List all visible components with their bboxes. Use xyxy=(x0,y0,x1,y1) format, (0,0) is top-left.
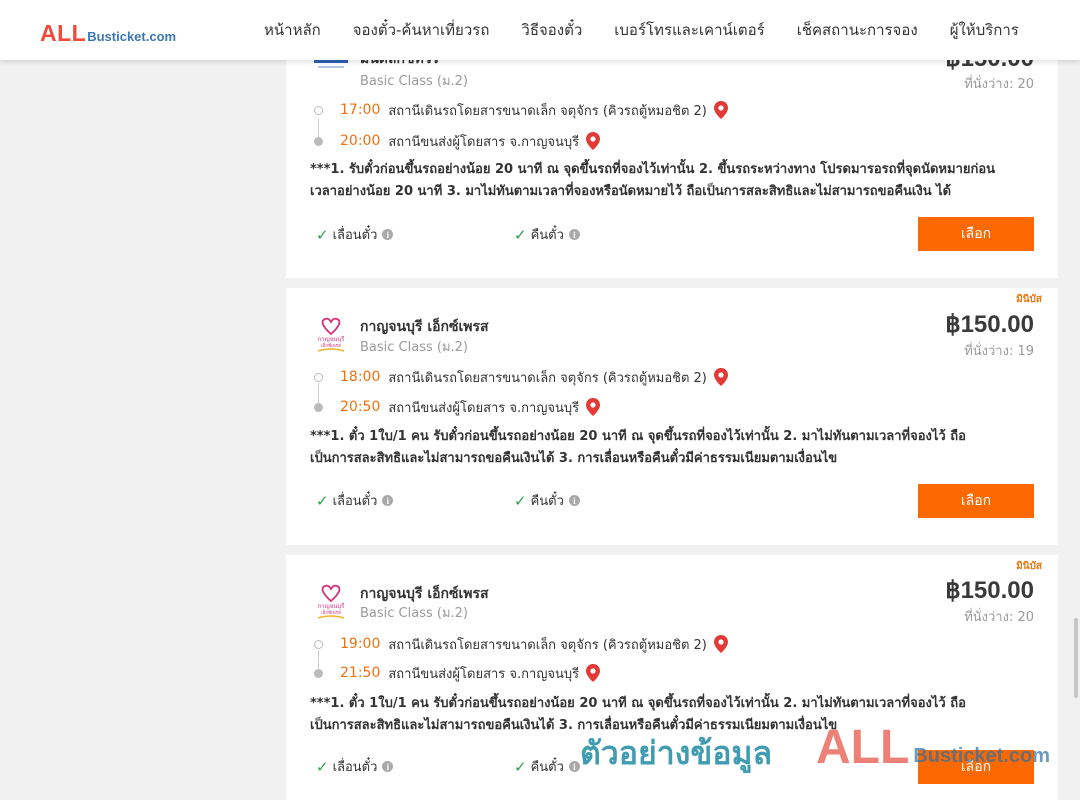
bus-class: Basic Class (ม.2) xyxy=(360,74,468,89)
nav-home[interactable]: หน้าหลัก xyxy=(248,18,337,42)
departure-time: 19:00 xyxy=(340,636,381,652)
map-pin-icon[interactable] xyxy=(586,398,601,416)
reschedule-label: เลื่อนตั๋ว xyxy=(332,228,378,243)
refund-policy: ✓ คืนตั๋ว i xyxy=(514,224,580,245)
map-pin-icon[interactable] xyxy=(586,132,601,150)
nav-check-booking[interactable]: เช็คสถานะการจอง xyxy=(781,18,934,42)
check-icon: ✓ xyxy=(316,757,329,776)
info-icon[interactable]: i xyxy=(382,495,394,506)
scrollbar-thumb[interactable] xyxy=(1074,618,1078,698)
reschedule-policy: ✓ เลื่อนตั๋ว i xyxy=(316,224,394,245)
arrival-dot xyxy=(314,402,323,412)
check-icon: ✓ xyxy=(514,491,527,510)
arrival-dot xyxy=(314,668,323,678)
info-icon[interactable]: i xyxy=(568,761,580,772)
departure-station: สถานีเดินรถโดยสารขนาดเล็ก จตุจักร (คิวรถ… xyxy=(388,370,707,386)
svg-text:กาญจนบุรี: กาญจนบุรี xyxy=(318,335,346,343)
nav-operators[interactable]: ผู้ให้บริการ xyxy=(934,18,1019,42)
arrival-stop: 20:50 สถานีขนส่งผู้โดยสาร จ.กาญจนบุรี xyxy=(312,396,601,418)
select-trip-button[interactable]: เลือก xyxy=(918,484,1034,518)
departure-station: สถานีเดินรถโดยสารขนาดเล็ก จตุจักร (คิวรถ… xyxy=(388,103,707,119)
nav-book-search[interactable]: จองตั๋ว-ค้นหาเที่ยวรถ xyxy=(337,18,506,42)
departure-dot xyxy=(314,105,323,115)
trip-card: มินิบัส กาญจนบุรี เอ็กซ์เพรส กาญจนบุรี เ… xyxy=(286,288,1058,545)
map-pin-icon[interactable] xyxy=(713,635,728,653)
nav-contact-counters[interactable]: เบอร์โทรและเคาน์เตอร์ xyxy=(598,18,780,42)
arrival-dot xyxy=(314,136,323,146)
nav-how-to-book[interactable]: วิธีจองตั๋ว xyxy=(505,18,598,42)
arrival-time: 20:00 xyxy=(340,133,381,149)
available-seats: ที่นั่งว่าง: 20 xyxy=(964,610,1034,625)
refund-policy: ✓ คืนตั๋ว i xyxy=(514,756,580,777)
departure-dot xyxy=(314,372,323,382)
info-icon[interactable]: i xyxy=(568,495,580,506)
info-icon[interactable]: i xyxy=(382,761,394,772)
bus-class: Basic Class (ม.2) xyxy=(360,340,468,355)
site-logo[interactable]: ALL Busticket.com xyxy=(40,19,176,45)
logo-all-text: ALL xyxy=(40,20,87,46)
departure-dot xyxy=(314,639,323,649)
reschedule-label: เลื่อนตั๋ว xyxy=(332,760,378,775)
reschedule-policy: ✓ เลื่อนตั๋ว i xyxy=(316,490,394,511)
departure-stop: 19:00 สถานีเดินรถโดยสารขนาดเล็ก จตุจักร … xyxy=(312,633,728,655)
arrival-stop: 20:00 สถานีขนส่งผู้โดยสาร จ.กาญจนบุรี xyxy=(312,130,601,152)
refund-label: คืนตั๋ว xyxy=(530,494,564,509)
main-nav: หน้าหลัก จองตั๋ว-ค้นหาเที่ยวรถ วิธีจองตั… xyxy=(248,0,1019,60)
select-trip-button[interactable]: เลือก xyxy=(918,217,1034,251)
map-pin-icon[interactable] xyxy=(713,101,728,119)
arrival-station: สถานีขนส่งผู้โดยสาร จ.กาญจนบุรี xyxy=(388,400,580,416)
reschedule-policy: ✓ เลื่อนตั๋ว i xyxy=(316,756,394,777)
refund-policy: ✓ คืนตั๋ว i xyxy=(514,490,580,511)
check-icon: ✓ xyxy=(316,225,329,244)
departure-stop: 17:00 สถานีเดินรถโดยสารขนาดเล็ก จตุจักร … xyxy=(312,99,728,121)
arrival-time: 21:50 xyxy=(340,665,381,681)
watermark-logo-all: ALL xyxy=(816,721,910,774)
watermark-logo: ALL Busticket.com xyxy=(816,724,1050,772)
refund-label: คืนตั๋ว xyxy=(530,760,564,775)
check-icon: ✓ xyxy=(316,491,329,510)
info-icon[interactable]: i xyxy=(568,229,580,240)
departure-station: สถานีเดินรถโดยสารขนาดเล็ก จตุจักร (คิวรถ… xyxy=(388,637,707,653)
check-icon: ✓ xyxy=(514,757,527,776)
available-seats: ที่นั่งว่าง: 19 xyxy=(964,344,1034,359)
departure-time: 18:00 xyxy=(340,369,381,385)
minibus-badge: มินิบัส xyxy=(1016,561,1042,572)
arrival-station: สถานีขนส่งผู้โดยสาร จ.กาญจนบุรี xyxy=(388,666,580,682)
arrival-station: สถานีขนส่งผู้โดยสาร จ.กาญจนบุรี xyxy=(388,134,580,150)
info-icon[interactable]: i xyxy=(382,229,394,240)
logo-domain-text: Busticket.com xyxy=(87,29,177,44)
bus-class: Basic Class (ม.2) xyxy=(360,606,468,621)
sample-watermark-text: ตัวอย่างข้อมูล xyxy=(580,734,773,772)
map-pin-icon[interactable] xyxy=(713,368,728,386)
ticket-price: ฿150.00 xyxy=(945,311,1034,338)
trip-conditions: ***1. ตั๋ว 1ใบ/1 คน รับตั๋วก่อนขึ้นรถอย่… xyxy=(310,429,966,466)
map-pin-icon[interactable] xyxy=(586,664,601,682)
check-icon: ✓ xyxy=(514,225,527,244)
departure-time: 17:00 xyxy=(340,102,381,118)
reschedule-label: เลื่อนตั๋ว xyxy=(332,494,378,509)
site-header: ALL Busticket.com หน้าหลัก จองตั๋ว-ค้นหา… xyxy=(0,0,1080,60)
trip-conditions: ***1. รับตั๋วก่อนขึ้นรถอย่างน้อย 20 นาที… xyxy=(310,162,996,199)
arrival-stop: 21:50 สถานีขนส่งผู้โดยสาร จ.กาญจนบุรี xyxy=(312,662,601,684)
svg-text:กาญจนบุรี: กาญจนบุรี xyxy=(318,602,346,610)
refund-label: คืนตั๋ว xyxy=(530,228,564,243)
arrival-time: 20:50 xyxy=(340,399,381,415)
company-name: กาญจนบุรี เอ็กซ์เพรส xyxy=(360,319,489,335)
watermark-logo-domain: Busticket.com xyxy=(913,745,1051,767)
departure-stop: 18:00 สถานีเดินรถโดยสารขนาดเล็ก จตุจักร … xyxy=(312,366,728,388)
company-logo: กาญจนบุรี เอ็กซ์เพรส xyxy=(318,317,346,352)
available-seats: ที่นั่งว่าง: 20 xyxy=(964,77,1034,92)
ticket-price: ฿150.00 xyxy=(945,577,1034,604)
company-logo: กาญจนบุรี เอ็กซ์เพรส xyxy=(318,584,346,619)
minibus-badge: มินิบัส xyxy=(1016,294,1042,305)
